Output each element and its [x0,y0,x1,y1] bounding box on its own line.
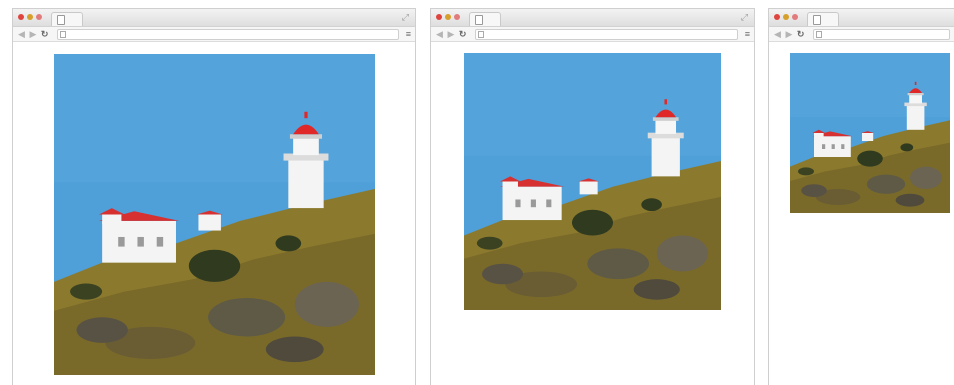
page-icon [816,31,822,38]
page-icon [60,31,66,38]
reload-icon[interactable]: ↻ [41,29,50,39]
reload-icon[interactable]: ↻ [459,29,468,39]
browser-toolbar: ◀ ▶ ↻ ≡ [13,27,415,42]
close-button[interactable] [774,14,780,20]
browser-tab[interactable] [469,12,501,26]
address-bar[interactable] [475,29,738,40]
nav-buttons: ◀ ▶ ↻ [436,28,467,40]
lighthouse-photo [464,53,721,310]
address-bar[interactable] [57,29,399,40]
page-icon [475,15,483,25]
forward-icon[interactable]: ▶ [447,29,455,39]
browser-window-medium: ⤢ ◀ ▶ ↻ ≡ [430,8,755,385]
close-button[interactable] [436,14,442,20]
lighthouse-photo [790,53,950,213]
title-bar [769,9,954,27]
back-icon[interactable]: ◀ [774,29,782,39]
zoom-button[interactable] [36,14,42,20]
browser-window-large: ⤢ ◀ ▶ ↻ ≡ [12,8,416,385]
back-icon[interactable]: ◀ [436,29,444,39]
title-bar: ⤢ [431,9,754,27]
menu-icon[interactable]: ≡ [745,28,750,40]
minimize-button[interactable] [783,14,789,20]
back-icon[interactable]: ◀ [18,29,26,39]
browser-toolbar: ◀ ▶ ↻ ≡ [431,27,754,42]
minimize-button[interactable] [445,14,451,20]
forward-icon[interactable]: ▶ [29,29,37,39]
browser-window-small: ◀ ▶ ↻ [768,8,954,385]
address-bar[interactable] [813,29,950,40]
page-icon [478,31,484,38]
close-button[interactable] [18,14,24,20]
nav-buttons: ◀ ▶ ↻ [774,28,805,40]
window-controls [436,14,460,20]
title-bar: ⤢ [13,9,415,27]
window-controls [774,14,798,20]
fullscreen-icon[interactable]: ⤢ [402,12,409,22]
window-controls [18,14,42,20]
fullscreen-icon[interactable]: ⤢ [741,12,748,22]
reload-icon[interactable]: ↻ [797,29,806,39]
browser-tab[interactable] [51,12,83,26]
page-icon [57,15,65,25]
minimize-button[interactable] [27,14,33,20]
menu-icon[interactable]: ≡ [406,28,411,40]
browser-tab[interactable] [807,12,839,26]
browser-toolbar: ◀ ▶ ↻ [769,27,954,42]
forward-icon[interactable]: ▶ [785,29,793,39]
zoom-button[interactable] [454,14,460,20]
nav-buttons: ◀ ▶ ↻ [18,28,49,40]
zoom-button[interactable] [792,14,798,20]
page-icon [813,15,821,25]
lighthouse-photo [54,54,375,375]
